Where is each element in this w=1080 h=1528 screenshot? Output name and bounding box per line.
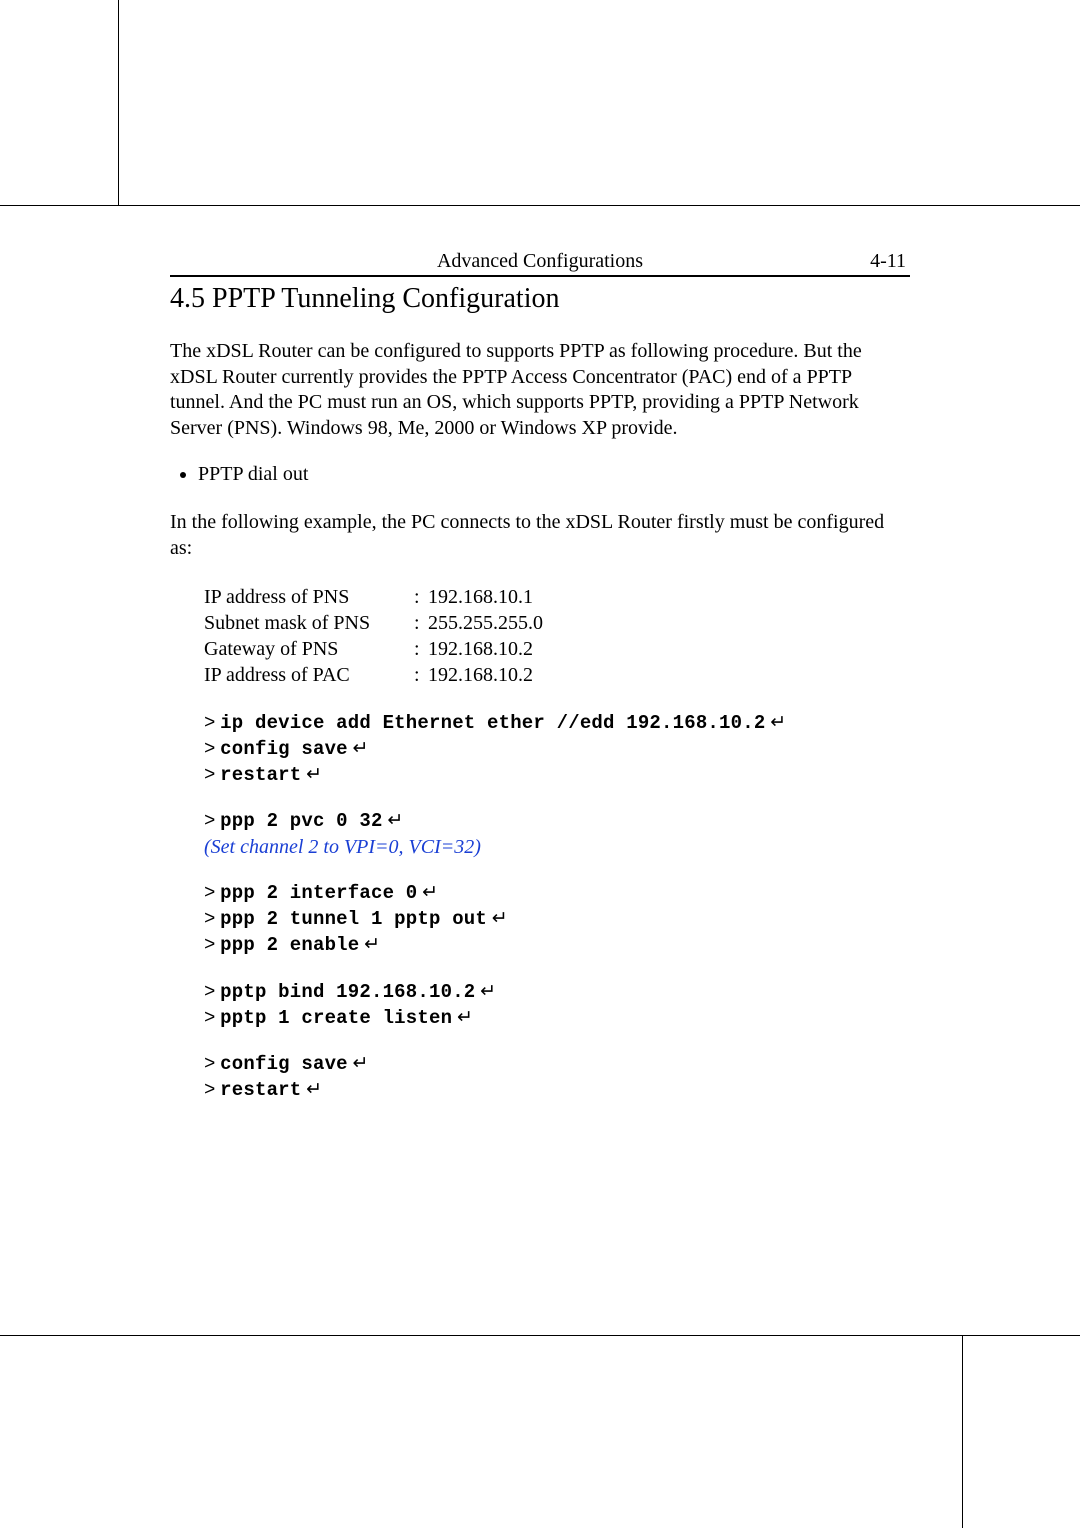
return-icon: ↵ (492, 908, 508, 929)
crop-bottom-horizontal (0, 1335, 1080, 1336)
crop-top-horizontal (0, 205, 1080, 206)
cmd-text: ppp 2 tunnel 1 pptp out (220, 908, 487, 930)
cmd-text: ppp 2 enable (220, 934, 359, 956)
cmd-line: > config save ↵ (204, 1051, 910, 1077)
prompt-gt: > (204, 934, 215, 956)
cmd-group-5: > config save ↵ > restart ↵ (204, 1051, 910, 1103)
prompt-gt: > (204, 764, 215, 786)
cmd-text: ip device add Ethernet ether //edd 192.1… (220, 712, 765, 734)
return-icon: ↵ (480, 981, 496, 1002)
cmd-line: > ppp 2 interface 0 ↵ (204, 880, 910, 906)
example-intro: In the following example, the PC connect… (170, 510, 910, 561)
cmd-text: restart (220, 1079, 301, 1101)
return-icon: ↵ (387, 810, 403, 831)
kv-label: IP address of PNS (204, 584, 414, 610)
kv-colon: : (414, 584, 428, 610)
cmd-line: > restart ↵ (204, 1077, 910, 1103)
kv-colon: : (414, 662, 428, 688)
return-icon: ↵ (457, 1007, 473, 1028)
crop-top-vertical (118, 0, 119, 205)
kv-label: Gateway of PNS (204, 636, 414, 662)
return-icon: ↵ (306, 1079, 322, 1100)
prompt-gt: > (204, 1079, 215, 1101)
kv-value: 255.255.255.0 (428, 610, 543, 636)
header-rule (170, 275, 910, 277)
return-icon: ↵ (306, 764, 322, 785)
kv-mask-pns: Subnet mask of PNS : 255.255.255.0 (204, 610, 910, 636)
header-spacer (174, 250, 244, 273)
prompt-gt: > (204, 1007, 215, 1029)
cmd-line: > restart ↵ (204, 762, 910, 788)
cmd-text: config save (220, 1053, 348, 1075)
kv-label: Subnet mask of PNS (204, 610, 414, 636)
prompt-gt: > (204, 738, 215, 760)
cmd-text: ppp 2 pvc 0 32 (220, 810, 382, 832)
return-icon: ↵ (364, 934, 380, 955)
crop-bottom-vertical (962, 1336, 963, 1528)
header-title: Advanced Configurations (244, 250, 836, 273)
cmd-line: > config save ↵ (204, 736, 910, 762)
prompt-gt: > (204, 908, 215, 930)
cmd-text: config save (220, 738, 348, 760)
command-block: > ip device add Ethernet ether //edd 192… (204, 710, 910, 1103)
cmd-line: > ppp 2 pvc 0 32 ↵ (204, 808, 910, 834)
cmd-group-4: > pptp bind 192.168.10.2 ↵ > pptp 1 crea… (204, 979, 910, 1031)
return-icon: ↵ (770, 712, 786, 733)
return-icon: ↵ (422, 882, 438, 903)
cmd-text: pptp bind 192.168.10.2 (220, 981, 475, 1003)
cmd-text: ppp 2 interface 0 (220, 882, 417, 904)
cmd-line: > pptp bind 192.168.10.2 ↵ (204, 979, 910, 1005)
bullet-item: PPTP dial out (198, 463, 910, 486)
kv-colon: : (414, 636, 428, 662)
page-content: Advanced Configurations 4-11 4.5 PPTP Tu… (170, 250, 910, 1123)
kv-label: IP address of PAC (204, 662, 414, 688)
prompt-gt: > (204, 712, 215, 734)
prompt-gt: > (204, 882, 215, 904)
prompt-gt: > (204, 981, 215, 1003)
kv-value: 192.168.10.2 (428, 636, 533, 662)
return-icon: ↵ (353, 738, 369, 759)
prompt-gt: > (204, 1053, 215, 1075)
prompt-gt: > (204, 810, 215, 832)
cmd-group-3: > ppp 2 interface 0 ↵ > ppp 2 tunnel 1 p… (204, 880, 910, 958)
intro-paragraph: The xDSL Router can be configured to sup… (170, 339, 910, 441)
section-heading: 4.5 PPTP Tunneling Configuration (170, 283, 910, 315)
bullet-list: PPTP dial out (198, 463, 910, 486)
cmd-group-2: > ppp 2 pvc 0 32 ↵ (Set channel 2 to VPI… (204, 808, 910, 860)
cmd-text: restart (220, 764, 301, 786)
kv-value: 192.168.10.1 (428, 584, 533, 610)
cmd-group-1: > ip device add Ethernet ether //edd 192… (204, 710, 910, 788)
cmd-line: > ppp 2 tunnel 1 pptp out ↵ (204, 906, 910, 932)
cmd-line: > ppp 2 enable ↵ (204, 932, 910, 958)
kv-block: IP address of PNS : 192.168.10.1 Subnet … (204, 584, 910, 688)
cmd-line: > pptp 1 create listen ↵ (204, 1005, 910, 1031)
cmd-line: > ip device add Ethernet ether //edd 192… (204, 710, 910, 736)
kv-value: 192.168.10.2 (428, 662, 533, 688)
kv-gw-pns: Gateway of PNS : 192.168.10.2 (204, 636, 910, 662)
cmd-comment: (Set channel 2 to VPI=0, VCI=32) (204, 834, 910, 860)
return-icon: ↵ (353, 1053, 369, 1074)
cmd-text: pptp 1 create listen (220, 1007, 452, 1029)
kv-ip-pns: IP address of PNS : 192.168.10.1 (204, 584, 910, 610)
running-header: Advanced Configurations 4-11 (170, 250, 910, 275)
kv-colon: : (414, 610, 428, 636)
page-number: 4-11 (836, 250, 906, 273)
kv-ip-pac: IP address of PAC : 192.168.10.2 (204, 662, 910, 688)
